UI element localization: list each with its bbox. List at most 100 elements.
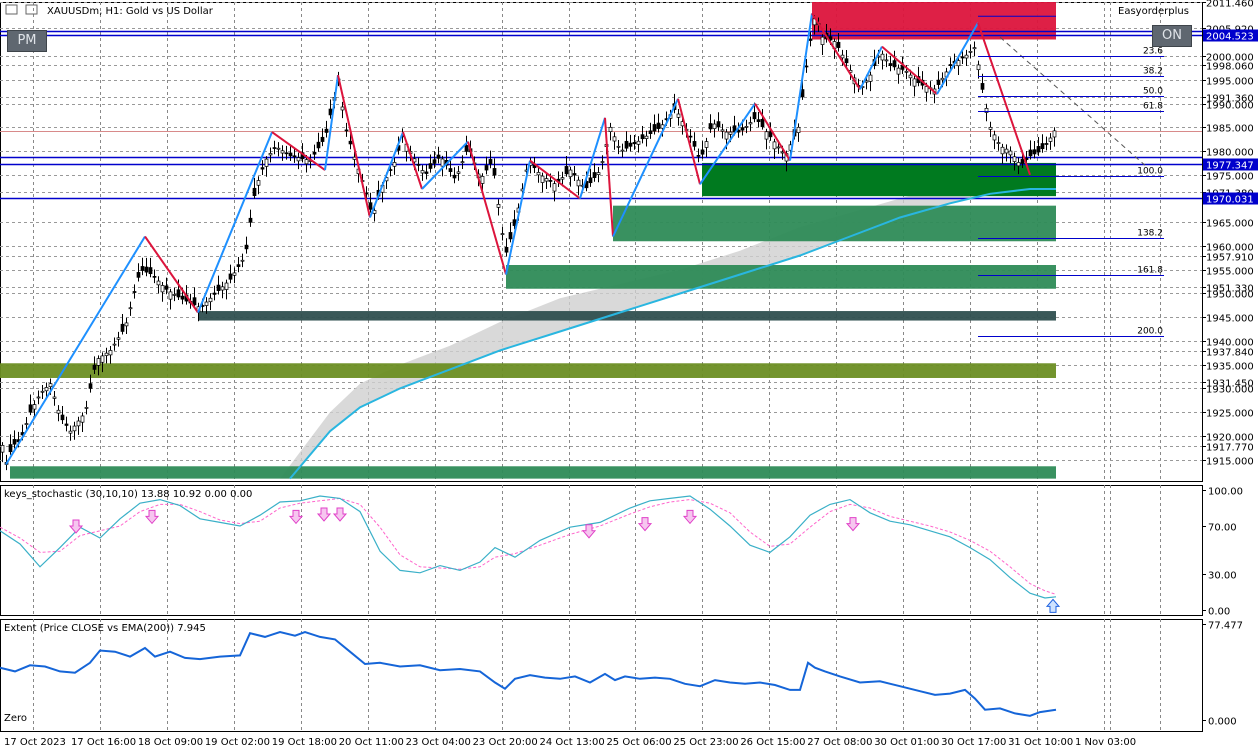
zone-olive (0, 363, 1056, 378)
candle-body (1052, 130, 1057, 138)
candle-body (892, 60, 897, 68)
candle-body (632, 142, 637, 145)
candle-body (28, 404, 33, 413)
candle-body (180, 295, 185, 300)
candle-body (268, 153, 273, 156)
candle-body (216, 284, 221, 291)
candle-body (940, 77, 945, 81)
fib-level-label: 161.8 (1137, 266, 1163, 276)
candle-body (320, 136, 325, 142)
candle-body (744, 126, 749, 128)
price-level-tag: 1977.347 (1203, 158, 1258, 172)
candle-body (100, 355, 105, 363)
candle-body (696, 155, 701, 157)
candle-body (144, 266, 149, 273)
candle-body (148, 267, 153, 275)
candle-body (312, 151, 317, 155)
candle-body (988, 126, 993, 130)
candle-body (496, 204, 501, 208)
candle-body (448, 168, 453, 172)
candle-body (1008, 150, 1013, 156)
candle-body (764, 131, 769, 140)
candle-body (1040, 143, 1045, 150)
candle-body (220, 286, 225, 291)
candle-body (340, 106, 345, 111)
candle-body (52, 396, 57, 399)
candle-body (864, 80, 869, 83)
y-tick-label: 77.477 (1208, 621, 1243, 632)
candle-body (436, 154, 441, 159)
candle-body (440, 158, 445, 167)
candle-body (1016, 162, 1021, 167)
chart-symbol-title: XAUUSDm, H1: Gold vs US Dollar (47, 6, 214, 17)
candle-body (960, 56, 965, 59)
y-tick-label: 1995.000 (1206, 77, 1254, 88)
candle-body (224, 282, 229, 290)
fib-level-label: 50.0 (1143, 87, 1163, 97)
candle-body (212, 292, 217, 295)
candle-body (980, 83, 985, 90)
candle-body (1012, 156, 1017, 162)
candle-body (132, 291, 137, 293)
zone-demand_dark (702, 162, 1056, 197)
chart-canvas[interactable]: 17 Oct 2023 17 Oct 16:00 18 Oct 09:00 19 Oc… (0, 0, 1259, 752)
candle-body (752, 112, 757, 120)
candle-body (576, 179, 581, 187)
candle-body (820, 36, 825, 45)
candle-body (624, 140, 629, 149)
candle-body (924, 86, 929, 93)
candle-body (92, 364, 97, 370)
candle-body (296, 157, 301, 162)
fib-level-label: 23.6 (1143, 47, 1163, 57)
x-tick-label: 26 Oct 15:00 (740, 737, 805, 748)
candle-body (248, 217, 253, 223)
candle-body (176, 289, 181, 298)
candle-body (996, 142, 1001, 144)
zone-supply (812, 2, 1056, 40)
candle-body (776, 146, 781, 149)
candle-body (428, 163, 433, 169)
candle-body (236, 264, 241, 267)
y-tick-label: 1917.770 (1206, 443, 1254, 454)
y-tick-label: 1965.000 (1206, 219, 1254, 230)
x-tick-label: 17 Oct 2023 (4, 737, 66, 748)
candle-body (292, 155, 297, 158)
pm-button[interactable]: PM (7, 30, 47, 52)
candle-body (640, 134, 645, 140)
y-tick-label: 1980.000 (1206, 148, 1254, 159)
candle-body (272, 147, 277, 149)
trading-chart[interactable]: 17 Oct 2023 17 Oct 16:00 18 Oct 09:00 19 Oc… (0, 0, 1259, 752)
candle-body (232, 272, 237, 276)
candle-body (24, 423, 29, 425)
y-tick-label: 1915.000 (1206, 457, 1254, 468)
candle-body (636, 140, 641, 145)
candle-body (484, 165, 489, 171)
candle-body (548, 180, 553, 182)
candle-body (12, 439, 17, 445)
candle-body (592, 172, 597, 178)
y-tick-label: 0.000 (1208, 717, 1237, 728)
candle-body (208, 297, 213, 303)
candle-body (712, 123, 717, 129)
candle-body (760, 118, 765, 128)
candle-body (60, 414, 65, 421)
candle-body (80, 415, 85, 423)
candle-body (600, 161, 605, 163)
on-button[interactable]: ON (1152, 25, 1192, 47)
y-tick-label: 1975.000 (1206, 172, 1254, 183)
candle-body (240, 259, 245, 262)
candle-body (260, 167, 265, 170)
y-tick-label: 1925.000 (1206, 409, 1254, 420)
candle-body (644, 135, 649, 139)
zone-demand_mid (10, 466, 1056, 479)
candle-body (628, 142, 633, 147)
candle-body (912, 78, 917, 87)
candle-body (688, 135, 693, 138)
candle-body (536, 172, 541, 176)
extent-title: Extent (Price CLOSE vs EMA(200)) 7.945 (4, 623, 206, 634)
zone-demand_mid (613, 205, 1056, 242)
x-tick-label: 31 Oct 10:00 (1008, 737, 1073, 748)
candle-body (316, 141, 321, 149)
candle-body (572, 173, 577, 176)
candle-body (868, 74, 873, 82)
